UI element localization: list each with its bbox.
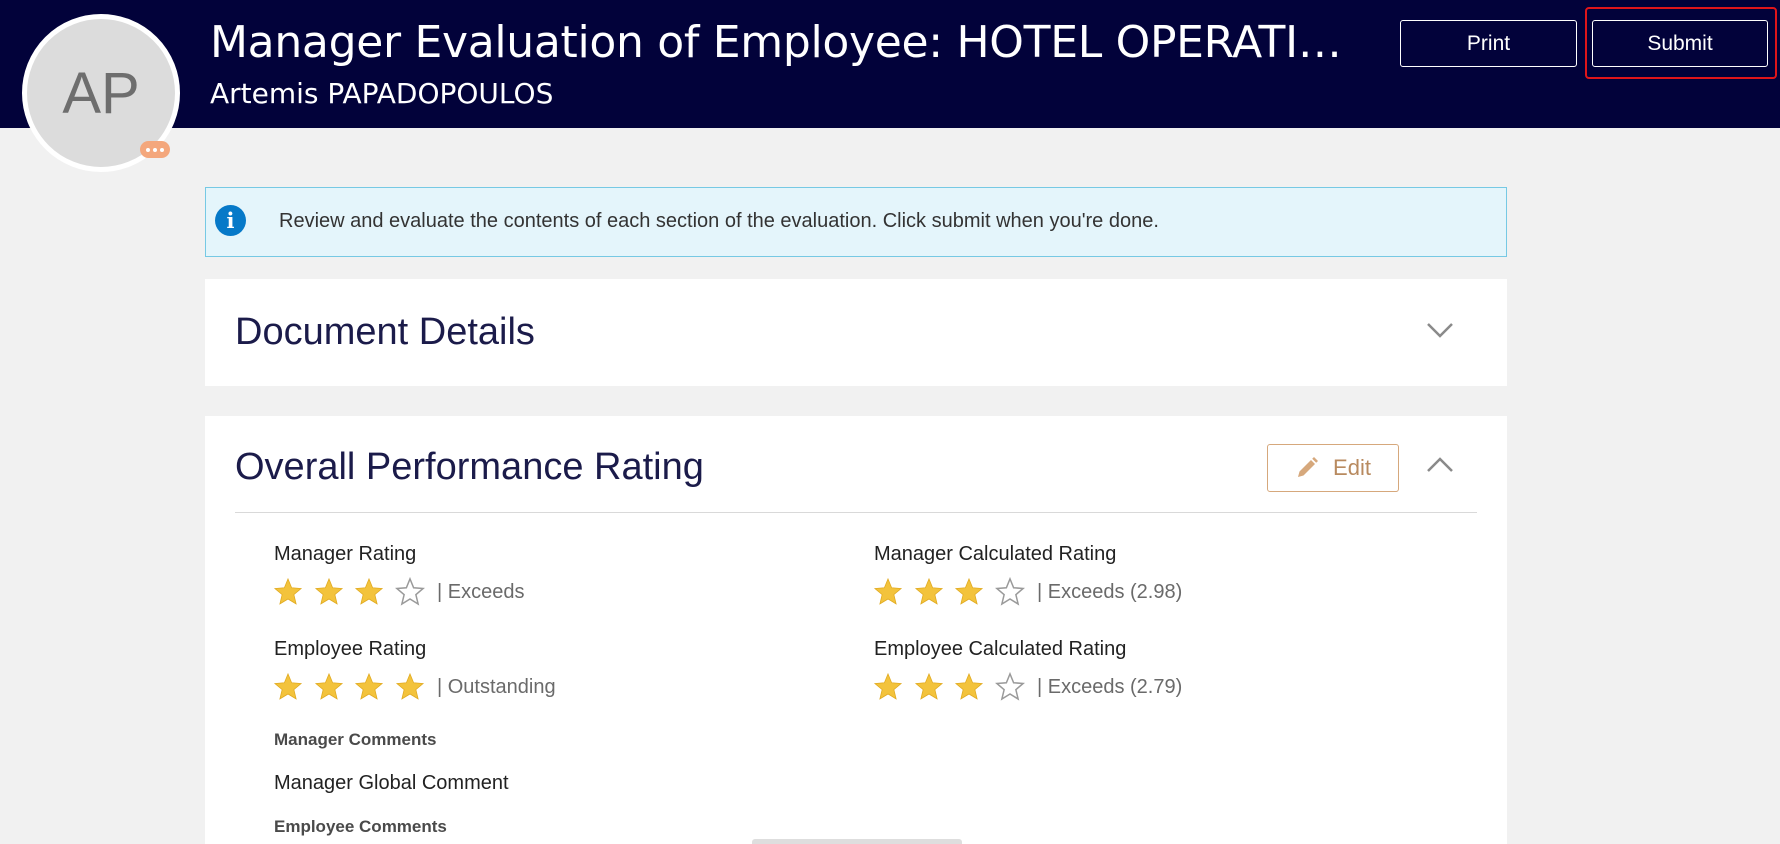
employee-calculated-rating-stars: | Exceeds (2.79)	[873, 672, 1182, 702]
employee-name: Artemis PAPADOPOULOS	[210, 77, 554, 110]
pencil-icon	[1298, 457, 1319, 477]
page-header: Manager Evaluation of Employee: HOTEL OP…	[0, 0, 1780, 128]
employee-rating-text: | Outstanding	[437, 675, 556, 698]
star-filled-icon	[914, 577, 943, 605]
manager-comments-label: Manager Comments	[274, 730, 437, 749]
star-empty-icon	[394, 577, 425, 606]
avatar-initials: AP	[62, 60, 140, 126]
manager-comment-text: Manager Global Comment	[274, 772, 509, 794]
submit-button[interactable]: Submit	[1592, 20, 1768, 67]
bottom-scroll-handle[interactable]	[752, 839, 962, 844]
employee-rating-label: Employee Rating	[274, 638, 427, 660]
section-title: Document Details	[235, 311, 535, 353]
info-message: Review and evaluate the contents of each…	[279, 210, 1159, 232]
edit-label: Edit	[1333, 455, 1371, 480]
star-filled-icon	[314, 672, 343, 700]
document-details-section: Document Details	[205, 279, 1507, 386]
employee-rating-stars: | Outstanding	[273, 672, 556, 702]
section-divider	[235, 512, 1477, 513]
star-filled-icon	[354, 577, 384, 605]
star-filled-icon	[354, 672, 384, 700]
star-filled-icon	[273, 672, 303, 700]
star-filled-icon	[273, 577, 303, 605]
expand-chevron-down-icon[interactable]	[1420, 310, 1460, 350]
manager-calculated-rating-text: | Exceeds (2.98)	[1037, 580, 1183, 603]
info-icon: i	[215, 205, 246, 236]
manager-calculated-rating-label: Manager Calculated Rating	[874, 543, 1117, 565]
employee-calculated-rating-label: Employee Calculated Rating	[874, 638, 1127, 660]
collapse-chevron-up-icon[interactable]	[1420, 445, 1460, 485]
info-banner: i Review and evaluate the contents of ea…	[205, 187, 1507, 257]
star-filled-icon	[873, 577, 903, 605]
star-empty-icon	[994, 672, 1025, 701]
print-button[interactable]: Print	[1400, 20, 1577, 67]
star-empty-icon	[994, 577, 1025, 606]
star-filled-icon	[954, 672, 984, 700]
edit-button[interactable]: Edit	[1267, 444, 1399, 492]
star-filled-icon	[914, 672, 943, 700]
star-filled-icon	[954, 577, 984, 605]
manager-rating-stars: | Exceeds	[273, 577, 524, 607]
manager-rating-label: Manager Rating	[274, 543, 417, 565]
more-options-icon[interactable]	[140, 141, 170, 158]
employee-calculated-rating-text: | Exceeds (2.79)	[1037, 675, 1183, 698]
page-title: Manager Evaluation of Employee: HOTEL OP…	[210, 17, 1370, 68]
star-filled-icon	[314, 577, 343, 605]
employee-comments-label: Employee Comments	[274, 817, 447, 836]
section-title: Overall Performance Rating	[235, 446, 704, 488]
overall-performance-section: Overall Performance Rating Edit Manager …	[205, 416, 1507, 844]
manager-rating-text: | Exceeds	[437, 580, 525, 603]
star-filled-icon	[395, 672, 424, 700]
manager-calculated-rating-stars: | Exceeds (2.98)	[873, 577, 1182, 607]
star-filled-icon	[873, 672, 903, 700]
